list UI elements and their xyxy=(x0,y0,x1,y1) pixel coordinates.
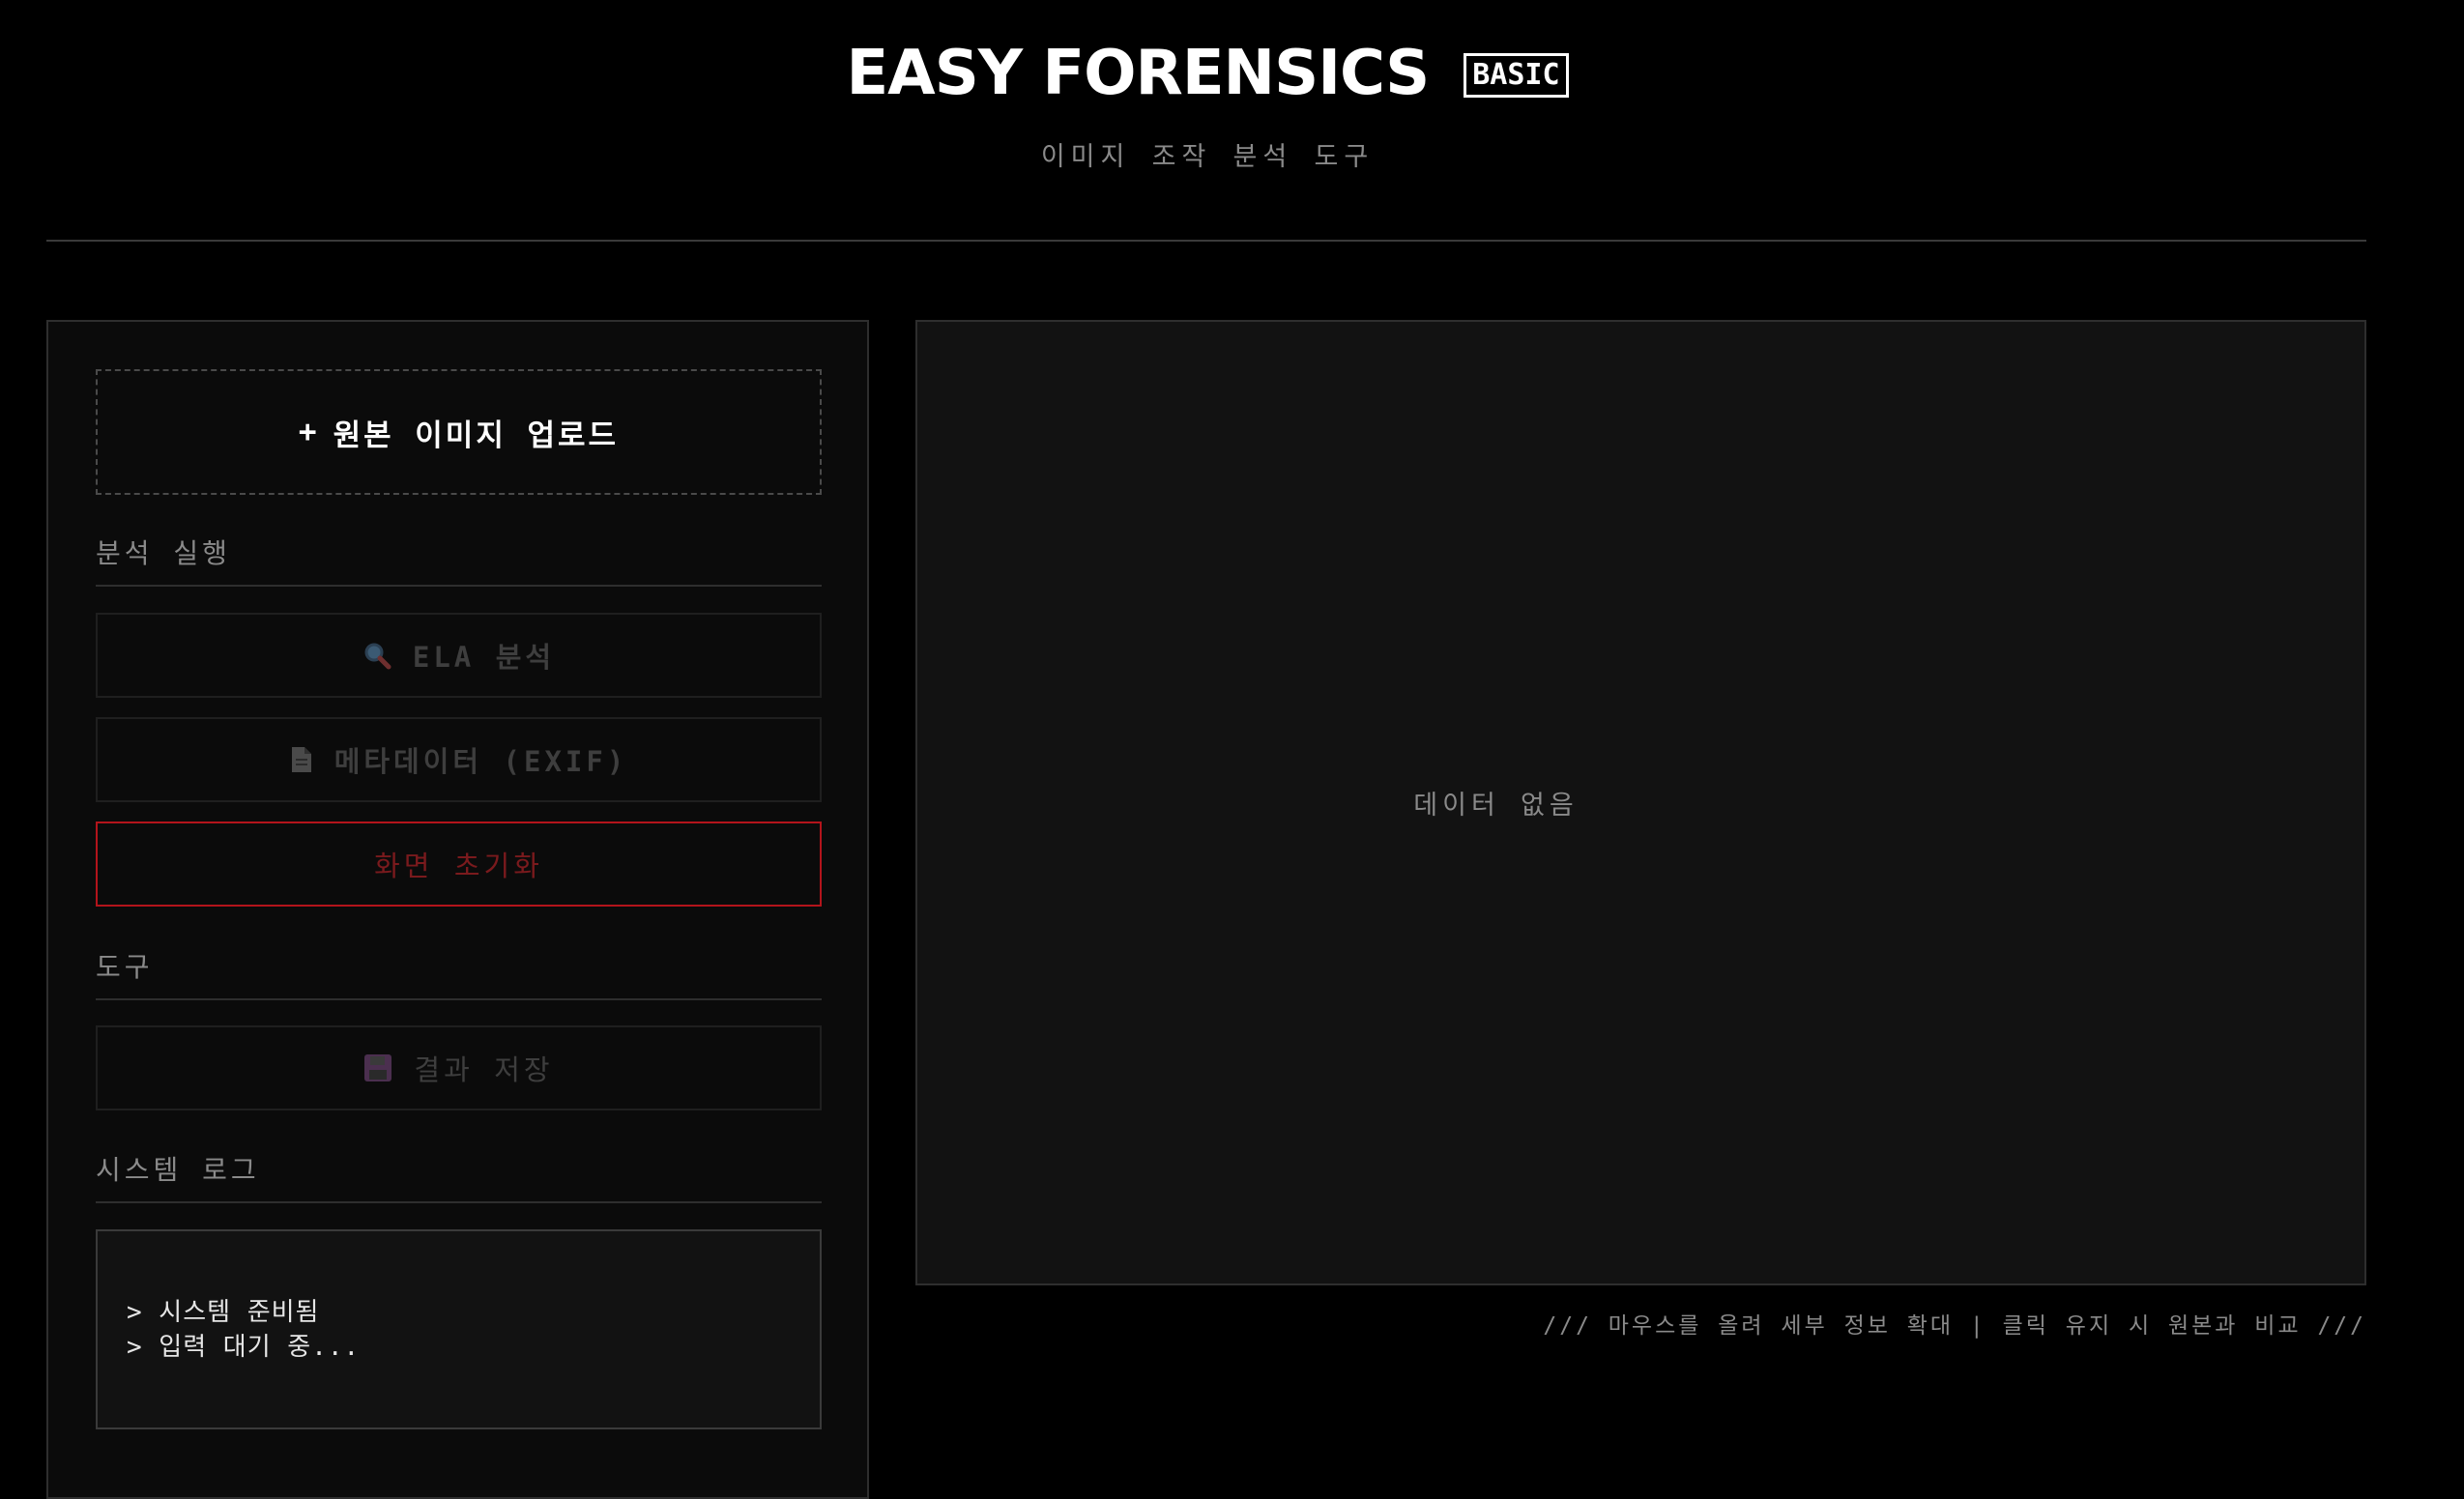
floppy-disk-icon xyxy=(363,1053,392,1082)
upload-label: 원본 이미지 업로드 xyxy=(333,418,620,453)
document-icon xyxy=(290,745,313,774)
reset-screen-label: 화면 초기화 xyxy=(374,850,543,882)
magnifier-icon xyxy=(362,641,391,670)
log-section-label: 시스템 로그 xyxy=(96,1149,822,1203)
image-viewer[interactable]: 데이터 없음 xyxy=(915,320,2366,1285)
log-line: > 입력 대기 중... xyxy=(127,1333,361,1362)
edition-badge: BASIC xyxy=(1464,53,1569,98)
app-title: EASY FORENSICS xyxy=(846,38,1430,109)
empty-state-text: 데이터 없음 xyxy=(1413,791,1579,821)
exif-metadata-label: 메타데이터 (EXIF) xyxy=(333,745,628,778)
app-subtitle: 이미지 조작 분석 도구 xyxy=(1040,142,1375,172)
system-log: > 시스템 준비됨 > 입력 대기 중... xyxy=(96,1229,822,1429)
ela-analysis-button[interactable]: ELA 분석 xyxy=(96,613,822,698)
upload-image-button[interactable]: + 원본 이미지 업로드 xyxy=(96,369,822,495)
header-divider xyxy=(46,240,2366,242)
reset-screen-button[interactable]: 화면 초기화 xyxy=(96,822,822,907)
title-row: EASY FORENSICS BASIC xyxy=(0,37,2415,110)
plus-icon: + xyxy=(298,415,320,449)
tools-section-label: 도구 xyxy=(96,946,822,1000)
control-panel: + 원본 이미지 업로드 분석 실행 ELA 분석 메타데이터 (EXIF) 화… xyxy=(46,320,869,1499)
log-line: > 시스템 준비됨 xyxy=(127,1298,320,1327)
viewer-hint: /// 마우스를 올려 세부 정보 확대 | 클릭 유지 시 원본과 비교 //… xyxy=(1543,1313,2366,1339)
ela-analysis-label: ELA 분석 xyxy=(412,641,556,674)
analysis-section-label: 분석 실행 xyxy=(96,533,822,587)
exif-metadata-button[interactable]: 메타데이터 (EXIF) xyxy=(96,717,822,802)
save-result-label: 결과 저장 xyxy=(414,1053,554,1086)
save-result-button[interactable]: 결과 저장 xyxy=(96,1025,822,1110)
app-header: EASY FORENSICS BASIC 이미지 조작 분석 도구 xyxy=(0,0,2464,242)
